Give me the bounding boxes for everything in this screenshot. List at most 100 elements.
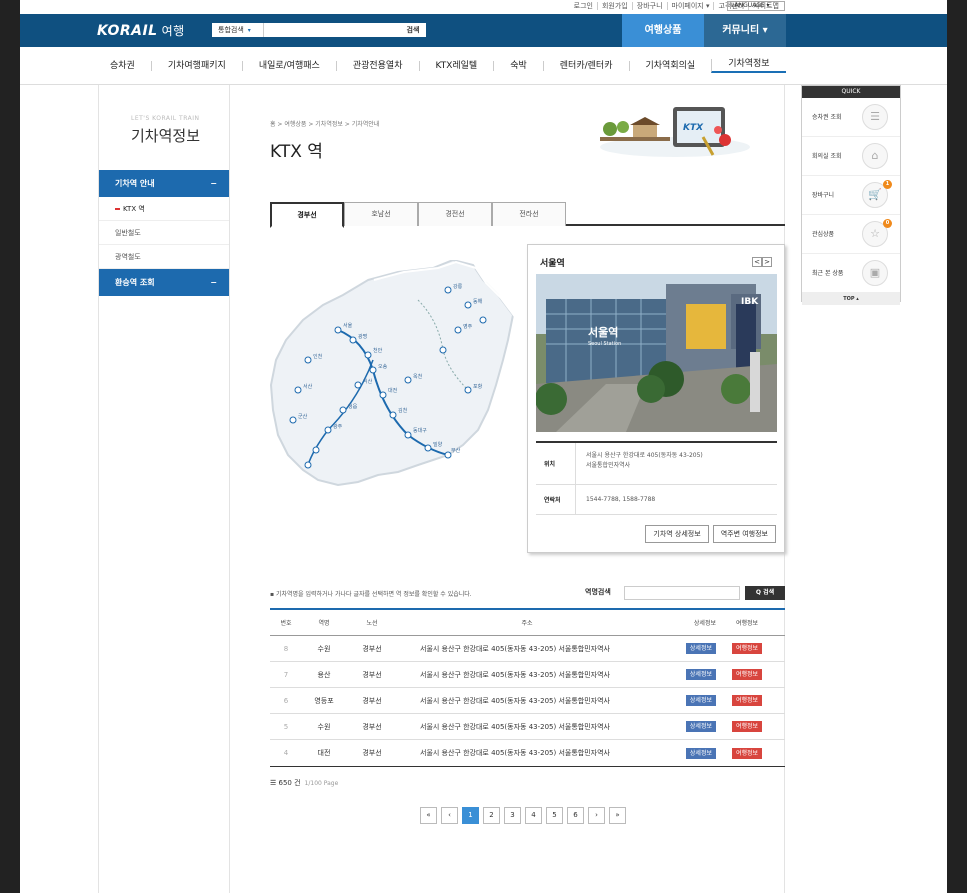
- sidebar-menu-transfer[interactable]: 환승역 조회 −: [99, 269, 229, 296]
- page-3[interactable]: 3: [504, 807, 521, 824]
- station-detail-button[interactable]: 기차역 상세정보: [645, 525, 709, 543]
- sidebar-item-general[interactable]: 일반철도: [99, 221, 229, 245]
- language-select[interactable]: LANGUAGE ▾: [727, 1, 785, 11]
- korea-rail-map[interactable]: 서울광명천안오송 대전김천동대구밀양 부산 익산정읍광주 강릉동해영주인천 서산군…: [268, 260, 523, 490]
- line-tabs: 경부선 호남선 경전선 전라선: [270, 202, 785, 228]
- svg-text:익산: 익산: [363, 378, 373, 385]
- svg-text:천안: 천안: [373, 347, 383, 354]
- first-page-button[interactable]: «: [420, 807, 437, 824]
- travel-button[interactable]: 여행정보: [731, 643, 763, 654]
- prev-arrow-button[interactable]: <: [752, 257, 762, 267]
- top-nav: 여행상품 커뮤니티 ▾: [622, 14, 786, 47]
- svg-text:김천: 김천: [398, 407, 408, 414]
- svg-text:대전: 대전: [388, 387, 398, 394]
- table-header: 번호 역명 노선 주소 상세정보 여행정보: [270, 610, 785, 636]
- quick-meeting-room[interactable]: 회의실 조회 ⌂: [802, 137, 900, 176]
- gnb-item[interactable]: 기차여행패키지: [150, 60, 242, 71]
- svg-text:포항: 포항: [473, 383, 483, 390]
- global-search: 통합검색 ▾ 검색: [212, 23, 426, 37]
- table-row: 6 영등포 경부선 서울시 용산구 한강대로 405(동자동 43-205) 서울통합…: [270, 688, 785, 714]
- svg-text:서산: 서산: [303, 383, 313, 390]
- quick-cart[interactable]: 장바구니 🛒 1: [802, 176, 900, 215]
- gnb-item[interactable]: 승차권: [98, 61, 151, 71]
- quick-wishlist[interactable]: 관심상품 ☆ 0: [802, 215, 900, 254]
- gnb-item[interactable]: 숙박: [493, 60, 543, 71]
- cart-link[interactable]: 장바구니: [631, 2, 667, 10]
- last-page-button[interactable]: »: [609, 807, 626, 824]
- svg-text:광주: 광주: [333, 423, 343, 430]
- station-search-button[interactable]: Q 검색: [745, 586, 785, 600]
- detail-button[interactable]: 상세정보: [685, 643, 716, 654]
- meeting-room-icon: ⌂: [862, 143, 888, 169]
- card-buttons: 기차역 상세정보 역주변 여행정보: [645, 525, 776, 543]
- search-hint: ▪ 기차역명을 입력하거나 가나다 글자를 선택하면 역 정보를 확인할 수 있…: [270, 591, 472, 598]
- travel-button[interactable]: 여행정보: [731, 747, 763, 759]
- top-nav-community[interactable]: 커뮤니티 ▾: [704, 14, 786, 47]
- travel-button[interactable]: 여행정보: [731, 721, 763, 732]
- signup-link[interactable]: 회원가입: [596, 2, 632, 10]
- page-6[interactable]: 6: [567, 807, 584, 824]
- page-5[interactable]: 5: [546, 807, 563, 824]
- prev-page-button[interactable]: ‹: [441, 807, 458, 824]
- korail-logo[interactable]: KORAIL 여행: [97, 22, 185, 39]
- gnb-item[interactable]: KTX레일텔: [418, 60, 494, 71]
- gnb-item[interactable]: 렌터카/렌터카: [542, 60, 629, 71]
- svg-text:동해: 동해: [473, 298, 483, 305]
- detail-button[interactable]: 상세정보: [685, 669, 716, 680]
- sidebar-title: 기차역정보: [131, 127, 201, 145]
- quick-ticket-lookup[interactable]: 승차권 조회 ☰: [802, 98, 900, 137]
- page-4[interactable]: 4: [525, 807, 542, 824]
- quick-title: QUICK: [802, 86, 900, 98]
- page: 로그인 회원가입 장바구니 마이페이지 ▾ 고객센터 사이트맵 LANGUAGE…: [20, 0, 947, 893]
- tab-gyeongbu[interactable]: 경부선: [270, 202, 344, 228]
- top-button[interactable]: TOP ▴: [802, 293, 900, 305]
- table-row: 5 수원 경부선 서울시 용산구 한강대로 405(동자동 43-205) 서울통합민…: [270, 714, 785, 740]
- tab-gyeongjeon[interactable]: 경전선: [418, 202, 492, 226]
- travel-button[interactable]: 여행정보: [731, 669, 763, 680]
- main-header: KORAIL 여행 통합검색 ▾ 검색 여행상품 커뮤니티 ▾: [20, 14, 947, 47]
- next-arrow-button[interactable]: >: [762, 257, 772, 267]
- top-nav-travel[interactable]: 여행상품: [622, 14, 704, 47]
- collapse-icon: −: [210, 179, 217, 188]
- table-row: 7 용산 경부선 서울시 용산구 한강대로 405(동자동 43-205) 서울통합민…: [270, 662, 785, 688]
- wishlist-count-badge: 0: [883, 219, 892, 228]
- photo-sign-en-text: Seoul Station: [588, 341, 621, 347]
- gnb-item-current[interactable]: 기차역정보: [711, 58, 786, 73]
- header-illustration: KTX: [600, 107, 750, 157]
- search-scope-select[interactable]: 통합검색 ▾: [212, 23, 264, 37]
- mypage-link[interactable]: 마이페이지 ▾: [666, 2, 714, 10]
- quick-recent[interactable]: 최근 본 상품 ▣: [802, 254, 900, 293]
- sidebar-item-metro[interactable]: 광역철도: [99, 245, 229, 269]
- svg-text:인천: 인천: [313, 353, 323, 360]
- collapse-icon: −: [210, 278, 217, 287]
- tab-honam[interactable]: 호남선: [344, 202, 418, 226]
- detail-button[interactable]: 상세정보: [685, 695, 716, 706]
- sidebar-brand: LET'S KORAIL TRAIN 기차역정보: [99, 85, 229, 170]
- tab-jeolla[interactable]: 전라선: [492, 202, 566, 226]
- global-nav: 승차권 기차여행패키지 내일로/여행패스 관광전용열차 KTX레일텔 숙박 렌터…: [20, 47, 947, 85]
- search-input[interactable]: [264, 23, 400, 37]
- station-search-input[interactable]: [624, 586, 740, 600]
- next-page-button[interactable]: ›: [588, 807, 605, 824]
- svg-text:옥천: 옥천: [413, 373, 423, 380]
- page-2[interactable]: 2: [483, 807, 500, 824]
- nearby-travel-button[interactable]: 역주변 여행정보: [712, 525, 776, 543]
- detail-button[interactable]: 상세정보: [685, 721, 716, 732]
- station-photo: 서울역 Seoul Station IBK: [536, 274, 777, 432]
- photo-sign-text: 서울역: [588, 325, 618, 339]
- travel-button[interactable]: 여행정보: [731, 695, 763, 706]
- detail-button[interactable]: 상세정보: [685, 747, 716, 759]
- sidebar-item-ktx[interactable]: KTX 역: [99, 197, 229, 221]
- station-name: 서울역: [540, 259, 565, 269]
- page-1[interactable]: 1: [462, 807, 479, 824]
- gnb-item[interactable]: 관광전용열차: [335, 60, 419, 71]
- sidebar-menu-station-guide[interactable]: 기차역 안내 −: [99, 170, 229, 197]
- login-link[interactable]: 로그인: [570, 2, 597, 10]
- gnb-item[interactable]: 내일로/여행패스: [241, 60, 336, 71]
- gnb-item[interactable]: 기차역회의실: [628, 60, 712, 71]
- svg-text:광명: 광명: [358, 333, 367, 340]
- table-row: 4 대전 경부선 서울시 용산구 한강대로 405(동자동 43-205) 서울통합민…: [270, 740, 785, 766]
- search-button[interactable]: 검색: [400, 23, 426, 37]
- chevron-down-icon: ▾: [247, 27, 251, 34]
- svg-text:강릉: 강릉: [453, 283, 463, 290]
